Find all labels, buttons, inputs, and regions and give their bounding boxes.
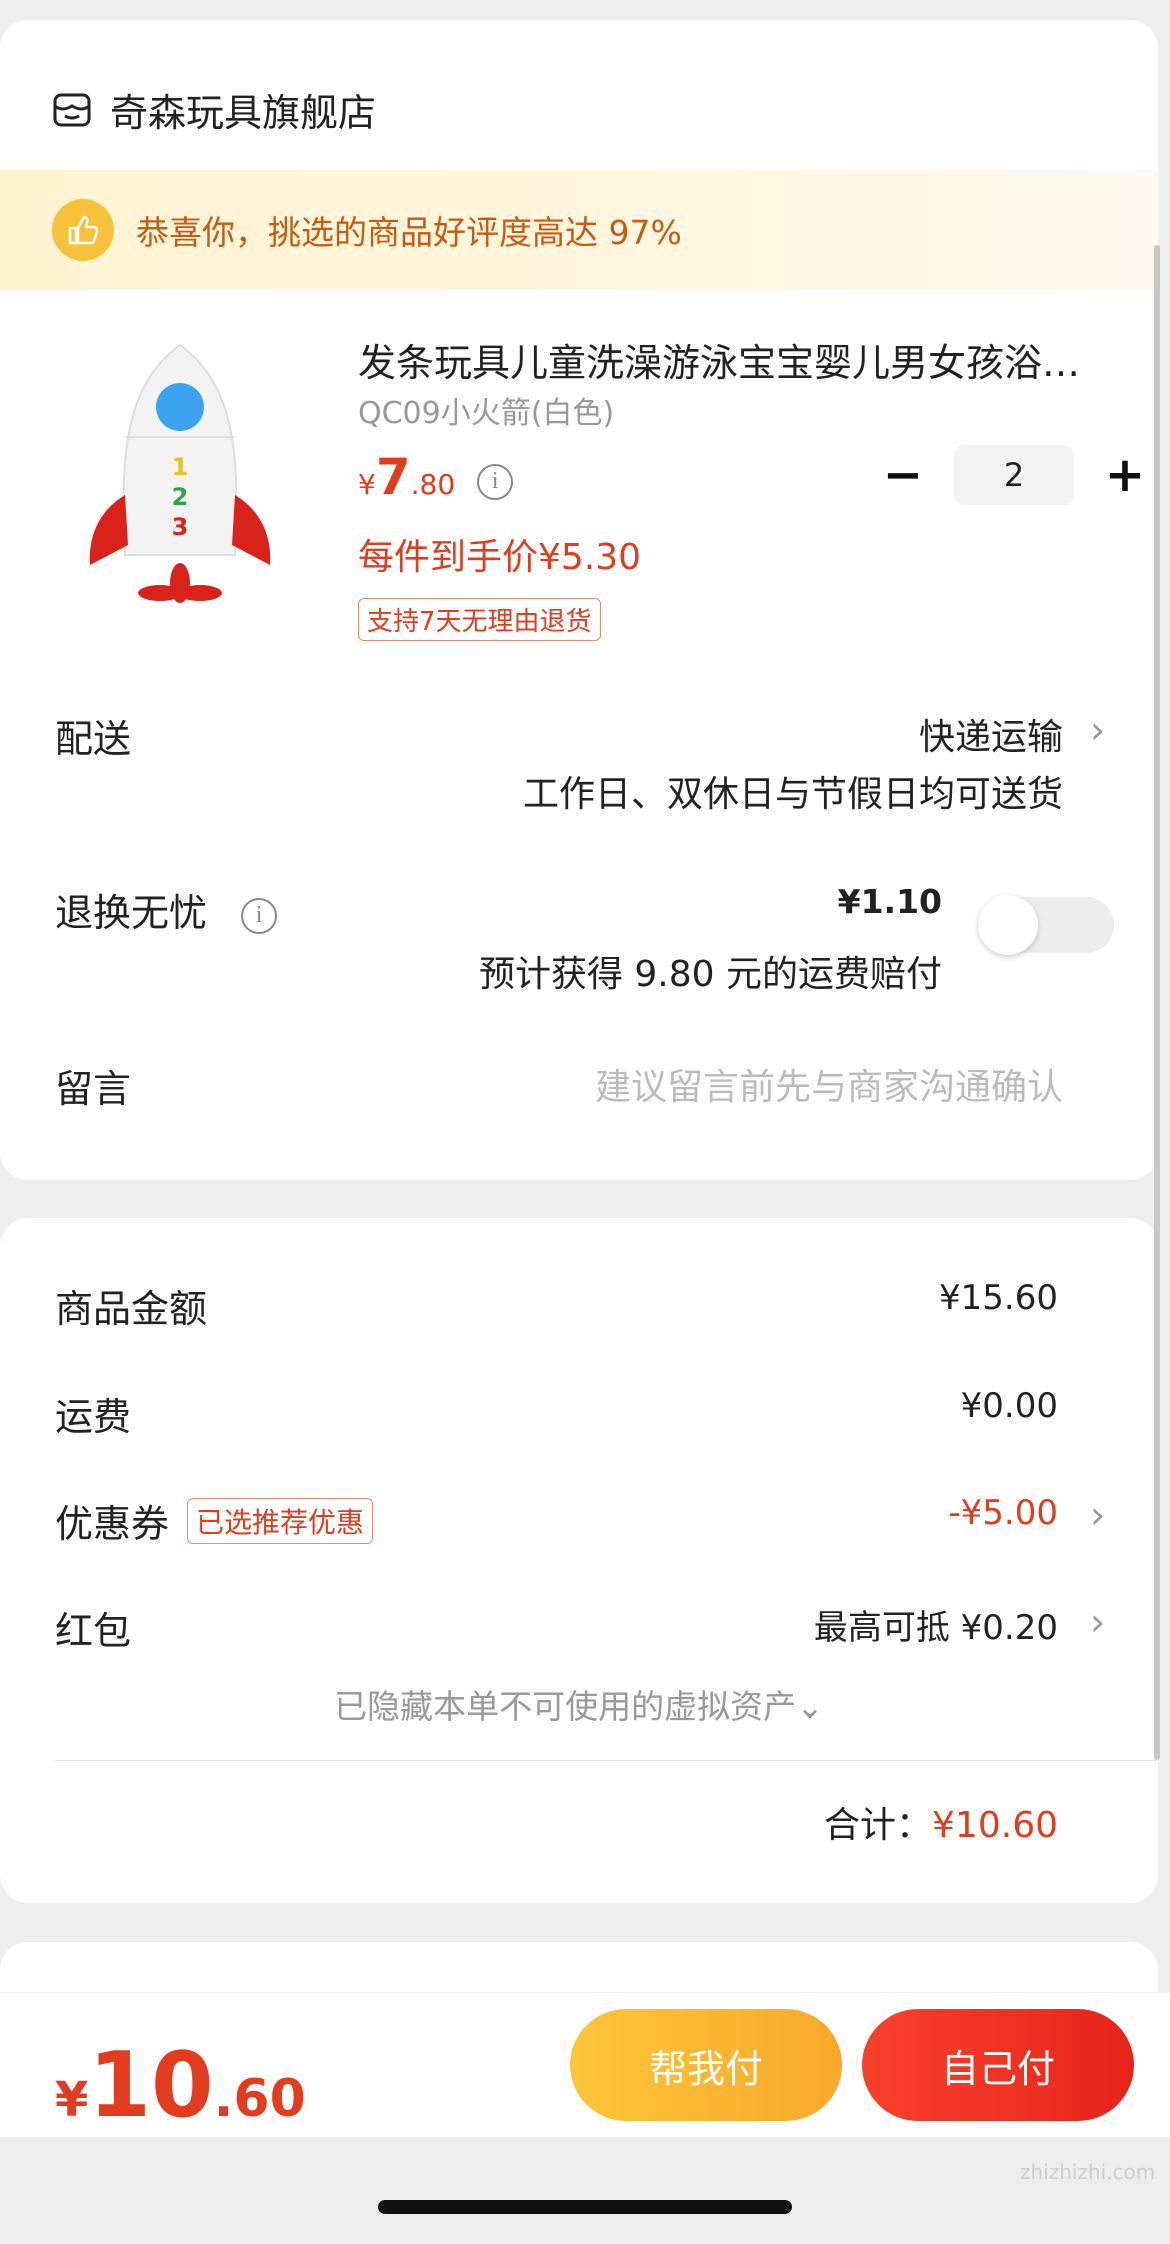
per-item-price: 每件到手价¥5.30 <box>358 537 642 578</box>
svg-text:2: 2 <box>172 483 189 511</box>
coupon-label: 优惠券 <box>55 1502 170 1546</box>
goods-amount-value: ¥15.60 <box>939 1278 1058 1318</box>
chevron-right-icon[interactable]: › <box>1090 1600 1105 1644</box>
home-indicator <box>378 2200 792 2214</box>
bottom-action-bar: ¥ 10 .60 帮我付 自己付 <box>0 1992 1170 2138</box>
product-image[interactable]: 1 2 3 <box>50 325 310 625</box>
svg-text:1: 1 <box>172 453 189 481</box>
goods-amount-label: 商品金额 <box>55 1287 208 1331</box>
svg-text:3: 3 <box>172 513 189 541</box>
bottom-total-price: ¥ 10 .60 <box>55 2033 306 2138</box>
chevron-right-icon[interactable]: › <box>1090 1493 1105 1537</box>
info-icon[interactable]: i <box>241 898 278 934</box>
hidden-assets-note[interactable]: 已隐藏本单不可使用的虚拟资产⌄ <box>0 1680 1158 1728</box>
order-item-card: 奇森玩具旗舰店 恭喜你，挑选的商品好评度高达 97% 1 2 3 发条玩具儿童洗… <box>0 20 1158 1180</box>
quantity-input[interactable]: 2 <box>954 445 1074 505</box>
total-integer: 10 <box>88 2033 214 2138</box>
shop-header[interactable]: 奇森玩具旗舰店 <box>52 82 376 137</box>
total-decimal: .60 <box>213 2069 306 2129</box>
shipping-value: ¥0.00 <box>960 1386 1058 1426</box>
total-value: ¥10.60 <box>932 1805 1058 1846</box>
return-insurance-text: 退换无忧 <box>55 891 208 935</box>
total-row: 合计：¥10.60 <box>824 1796 1058 1848</box>
red-packet-label: 红包 <box>55 1609 132 1653</box>
plus-button[interactable]: + <box>1100 450 1150 500</box>
quantity-stepper: − 2 + <box>878 445 1150 505</box>
delivery-method[interactable]: 快递运输 <box>919 708 1063 760</box>
scrollbar[interactable] <box>1154 245 1160 1760</box>
coupon-row[interactable]: 优惠券 已选推荐优惠 <box>55 1493 374 1548</box>
message-input[interactable]: 建议留言前先与商家沟通确认 <box>595 1058 1063 1110</box>
return-insurance-price: ¥1.10 <box>837 882 942 921</box>
return-insurance-label: 退换无忧 i <box>55 882 278 938</box>
chevron-right-icon[interactable]: › <box>1090 708 1105 752</box>
rating-banner: 恭喜你，挑选的商品好评度高达 97% <box>0 170 1158 290</box>
price-summary-card: 商品金额 ¥15.60 运费 ¥0.00 优惠券 已选推荐优惠 -¥5.00 ›… <box>0 1218 1158 1903</box>
watermark: zhizhizhi.com <box>1020 2160 1156 2184</box>
coupon-tag: 已选推荐优惠 <box>187 1497 374 1544</box>
message-label: 留言 <box>55 1067 132 1111</box>
price-decimal: .80 <box>410 468 456 501</box>
price-integer: 7 <box>375 448 411 506</box>
minus-button[interactable]: − <box>878 450 928 500</box>
shipping-label: 运费 <box>55 1395 132 1439</box>
red-packet-value[interactable]: 最高可抵 ¥0.20 <box>814 1600 1058 1649</box>
delivery-label: 配送 <box>55 717 132 761</box>
return-insurance-note: 预计获得 9.80 元的运费赔付 <box>478 954 942 995</box>
coupon-value[interactable]: -¥5.00 <box>948 1493 1058 1533</box>
product-spec[interactable]: QC09小火箭(白色) <box>358 388 614 432</box>
pay-myself-button[interactable]: 自己付 <box>862 2009 1134 2121</box>
price-symbol: ¥ <box>358 468 376 501</box>
total-symbol: ¥ <box>55 2072 89 2128</box>
banner-text: 恭喜你，挑选的商品好评度高达 97% <box>136 213 682 252</box>
shop-icon <box>53 93 91 126</box>
delivery-note: 工作日、双休日与节假日均可送货 <box>522 774 1063 815</box>
help-me-pay-button[interactable]: 帮我付 <box>570 2009 842 2121</box>
toggle-knob <box>978 895 1038 955</box>
product-title[interactable]: 发条玩具儿童洗澡游泳宝宝婴儿男女孩浴室戏水玩具 <box>358 332 1118 387</box>
info-icon[interactable]: i <box>477 464 514 500</box>
total-label: 合计： <box>824 1805 933 1846</box>
thumbs-up-icon <box>52 199 114 261</box>
return-insurance-toggle[interactable] <box>978 895 1114 955</box>
shop-name: 奇森玩具旗舰店 <box>110 91 377 135</box>
product-price: ¥ 7 .80 i <box>358 448 514 506</box>
return-policy-tag: 支持7天无理由退货 <box>358 598 601 641</box>
divider <box>55 1760 1158 1761</box>
